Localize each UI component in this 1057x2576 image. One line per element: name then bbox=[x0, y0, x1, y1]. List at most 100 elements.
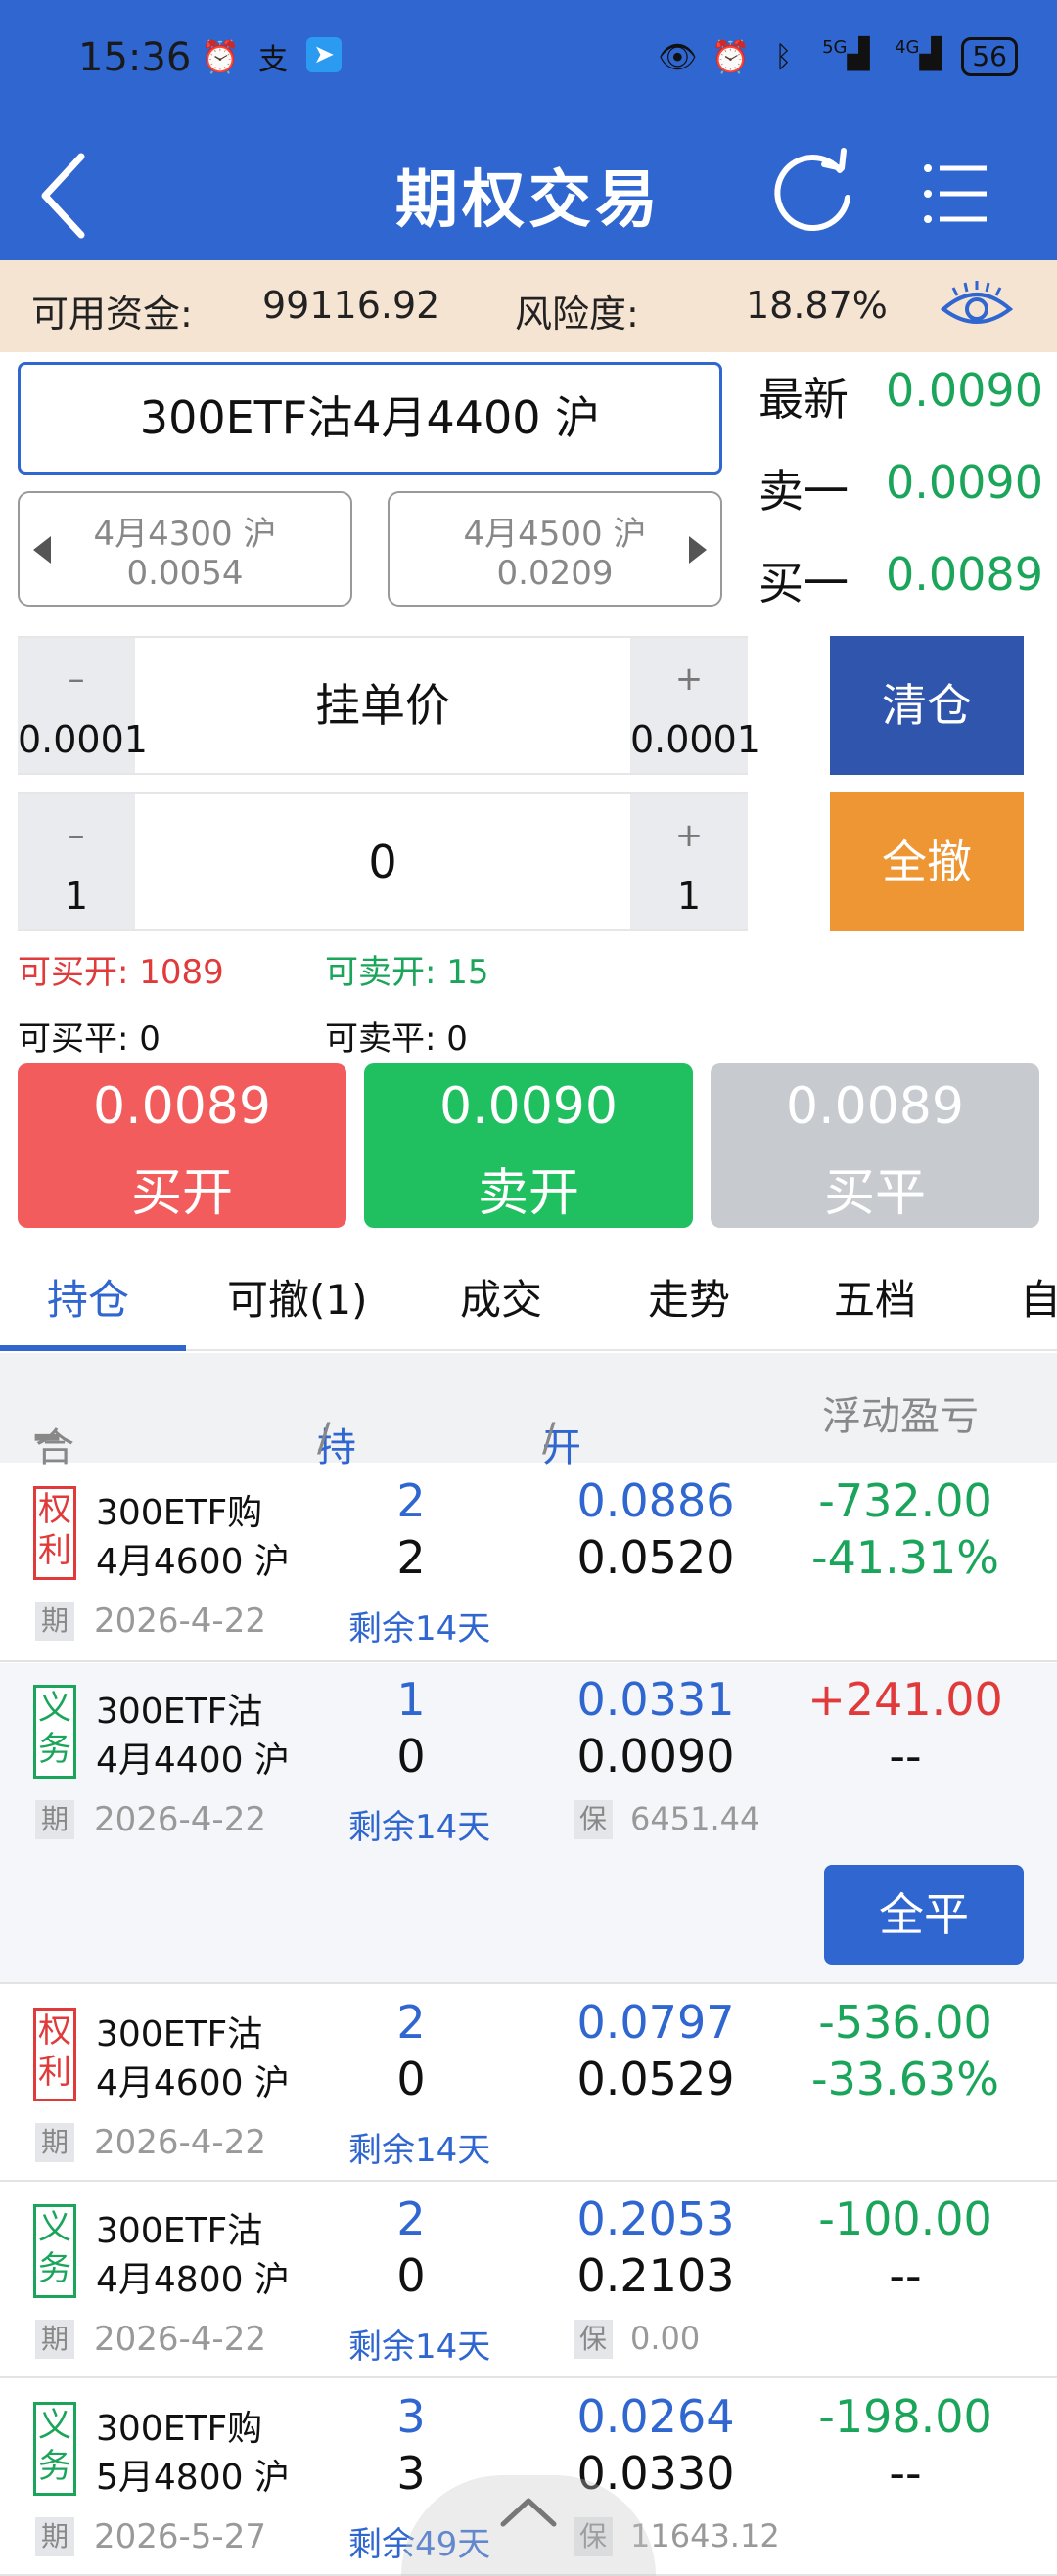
open-price: 0.0264 bbox=[576, 2390, 735, 2443]
table-header: 合约━ 持仓/可用 开仓价/现价 浮动盈亏 bbox=[0, 1353, 1057, 1584]
active-tab-indicator bbox=[0, 1345, 186, 1351]
buy-open-button[interactable]: 0.0089 买开 bbox=[18, 1063, 346, 1228]
tab-positions[interactable]: 持仓 bbox=[47, 1267, 129, 1327]
tab-trades[interactable]: 成交 bbox=[460, 1267, 542, 1327]
position-qty: 1 bbox=[396, 1673, 426, 1726]
table-row[interactable]: 权利 300ETF沽 4月4600 沪 2 0 0.0797 0.0529 -536.00 -3… bbox=[0, 1986, 1057, 2182]
contract-name-line2: 4月4600 沪 bbox=[96, 1542, 290, 1582]
floating-pnl: -100.00 bbox=[818, 2192, 992, 2245]
tab-trend[interactable]: 走势 bbox=[648, 1267, 730, 1327]
position-type-badge: 义务 bbox=[33, 2204, 76, 2298]
expiry-date: 2026-5-27 bbox=[94, 2517, 266, 2556]
quote-label: 卖一 bbox=[758, 465, 849, 518]
open-price: 0.2053 bbox=[576, 2192, 735, 2245]
current-price: 0.0520 bbox=[576, 1531, 735, 1584]
next-contract-button[interactable]: 4月4500 沪 0.0209 bbox=[388, 491, 722, 607]
close-all-button[interactable]: 全平 bbox=[824, 1865, 1024, 1965]
expiry-tag: 期 bbox=[35, 1800, 74, 1839]
position-qty: 2 bbox=[396, 1474, 426, 1527]
contract-name-line1: 300ETF购 bbox=[96, 2409, 263, 2449]
sell-close-available: 可卖平: 0 bbox=[325, 1019, 468, 1059]
quote-ask1[interactable]: 卖一 0.0090 bbox=[758, 456, 1043, 520]
floating-pnl: +241.00 bbox=[807, 1673, 1003, 1726]
menu-button[interactable] bbox=[908, 145, 1006, 243]
status-left-icons: ⏰ 支 ➤ bbox=[201, 37, 342, 77]
badge-char: 利 bbox=[38, 2053, 71, 2092]
alarm-icon: ⏰ bbox=[201, 38, 240, 75]
col-pnl: 浮动盈亏 bbox=[822, 1394, 979, 1439]
tab-depth[interactable]: 五档 bbox=[834, 1267, 916, 1327]
price-increase-button[interactable]: + 0.0001 bbox=[630, 638, 760, 773]
quote-bid1[interactable]: 买一 0.0089 bbox=[758, 548, 1043, 612]
table-row[interactable]: 义务 300ETF沽 4月4800 沪 2 0 0.2053 0.2103 -100.00 --… bbox=[0, 2183, 1057, 2378]
price-step-plus: 0.0001 bbox=[630, 718, 760, 761]
alarm-icon: ⏰ bbox=[711, 38, 751, 75]
table-row[interactable]: 权利 300ETF购 4月4600 沪 2 2 0.0886 0.0520 -732.00 -4… bbox=[0, 1465, 1057, 1662]
floating-pnl: -536.00 bbox=[818, 1996, 992, 2049]
prev-contract-button[interactable]: 4月4300 沪 0.0054 bbox=[18, 491, 352, 607]
position-qty: 2 bbox=[396, 1996, 426, 2049]
app-icon: ➤ bbox=[306, 37, 342, 72]
floating-pnl: -198.00 bbox=[818, 2390, 992, 2443]
contract-name-line2: 4月4600 沪 bbox=[96, 2063, 290, 2103]
margin-value: 6451.44 bbox=[630, 1800, 760, 1837]
quote-value: 0.0090 bbox=[886, 456, 1043, 509]
badge-char: 义 bbox=[38, 2406, 71, 2445]
table-row[interactable]: 义务 300ETF沽 4月4400 沪 1 0 0.0331 0.0090 +241.00 --… bbox=[0, 1663, 1057, 1984]
contract-name-line2: 5月4800 沪 bbox=[96, 2458, 290, 2498]
days-remaining: 剩余14天 bbox=[348, 1609, 491, 1649]
position-qty: 2 bbox=[396, 2192, 426, 2245]
contract-selector[interactable]: 300ETF沽4月4400 沪 bbox=[18, 362, 722, 475]
badge-char: 务 bbox=[38, 2447, 71, 2486]
alipay-icon: 支 bbox=[258, 43, 288, 77]
qty-step-minus: 1 bbox=[64, 875, 89, 918]
action-price: 0.0089 bbox=[786, 1077, 964, 1136]
qty-decrease-button[interactable]: – 1 bbox=[18, 794, 135, 929]
scroll-top-button[interactable] bbox=[401, 2475, 656, 2576]
price-input[interactable]: 挂单价 bbox=[135, 638, 630, 773]
expiry-date: 2026-4-22 bbox=[94, 1800, 266, 1839]
floating-pnl: -732.00 bbox=[818, 1474, 992, 1527]
clear-position-button[interactable]: 清仓 bbox=[830, 636, 1024, 775]
refresh-icon bbox=[774, 148, 850, 231]
status-time: 15:36 bbox=[78, 35, 192, 80]
tab-more[interactable]: 自 bbox=[1020, 1267, 1057, 1327]
cancel-all-button[interactable]: 全撤 bbox=[830, 792, 1024, 931]
current-price: 0.2103 bbox=[576, 2249, 735, 2302]
plus-icon: + bbox=[674, 816, 704, 855]
plus-icon: + bbox=[674, 659, 704, 699]
tab-cancelable[interactable]: 可撤(1) bbox=[227, 1267, 368, 1327]
contract-name-line1: 300ETF沽 bbox=[96, 1692, 263, 1732]
net-label-4g: 4G bbox=[895, 37, 920, 58]
minus-icon: – bbox=[68, 659, 85, 699]
quote-label: 最新 bbox=[758, 373, 849, 426]
price-step-minus: 0.0001 bbox=[18, 718, 148, 761]
minus-icon: – bbox=[68, 816, 85, 855]
open-price: 0.0331 bbox=[576, 1673, 735, 1726]
available-qty: 0 bbox=[396, 1730, 426, 1783]
floating-pnl-percent: -33.63% bbox=[811, 2053, 999, 2105]
sell-open-button[interactable]: 0.0090 卖开 bbox=[364, 1063, 693, 1228]
refresh-button[interactable] bbox=[763, 143, 861, 241]
available-qty: 0 bbox=[396, 2053, 426, 2105]
action-price: 0.0090 bbox=[439, 1077, 618, 1136]
quote-latest[interactable]: 最新 0.0090 bbox=[758, 364, 1043, 429]
contract-name-line2: 4月4400 沪 bbox=[96, 1740, 290, 1781]
floating-pnl-percent: -- bbox=[889, 2447, 922, 2500]
contract-name-line1: 300ETF购 bbox=[96, 1493, 263, 1533]
days-remaining: 剩余14天 bbox=[348, 2131, 491, 2170]
sort-icon: ━ bbox=[35, 1416, 60, 1461]
quantity-input[interactable]: 0 bbox=[135, 794, 630, 929]
margin-tag: 保 bbox=[574, 2320, 613, 2359]
qty-increase-button[interactable]: + 1 bbox=[630, 794, 748, 929]
eye-icon[interactable] bbox=[940, 280, 1014, 333]
tab-bar: 持仓 可撤(1) 成交 走势 五档 自 bbox=[0, 1238, 1057, 1351]
available-funds-value: 99116.92 bbox=[262, 284, 440, 327]
buy-close-button[interactable]: 0.0089 买平 bbox=[711, 1063, 1039, 1228]
badge-char: 权 bbox=[38, 2011, 71, 2051]
expiry-tag: 期 bbox=[35, 2517, 74, 2556]
current-price: 0.0090 bbox=[576, 1730, 735, 1783]
chevron-up-icon bbox=[500, 2498, 557, 2527]
contract-name-line1: 300ETF沽 bbox=[96, 2014, 263, 2055]
price-decrease-button[interactable]: – 0.0001 bbox=[18, 638, 148, 773]
